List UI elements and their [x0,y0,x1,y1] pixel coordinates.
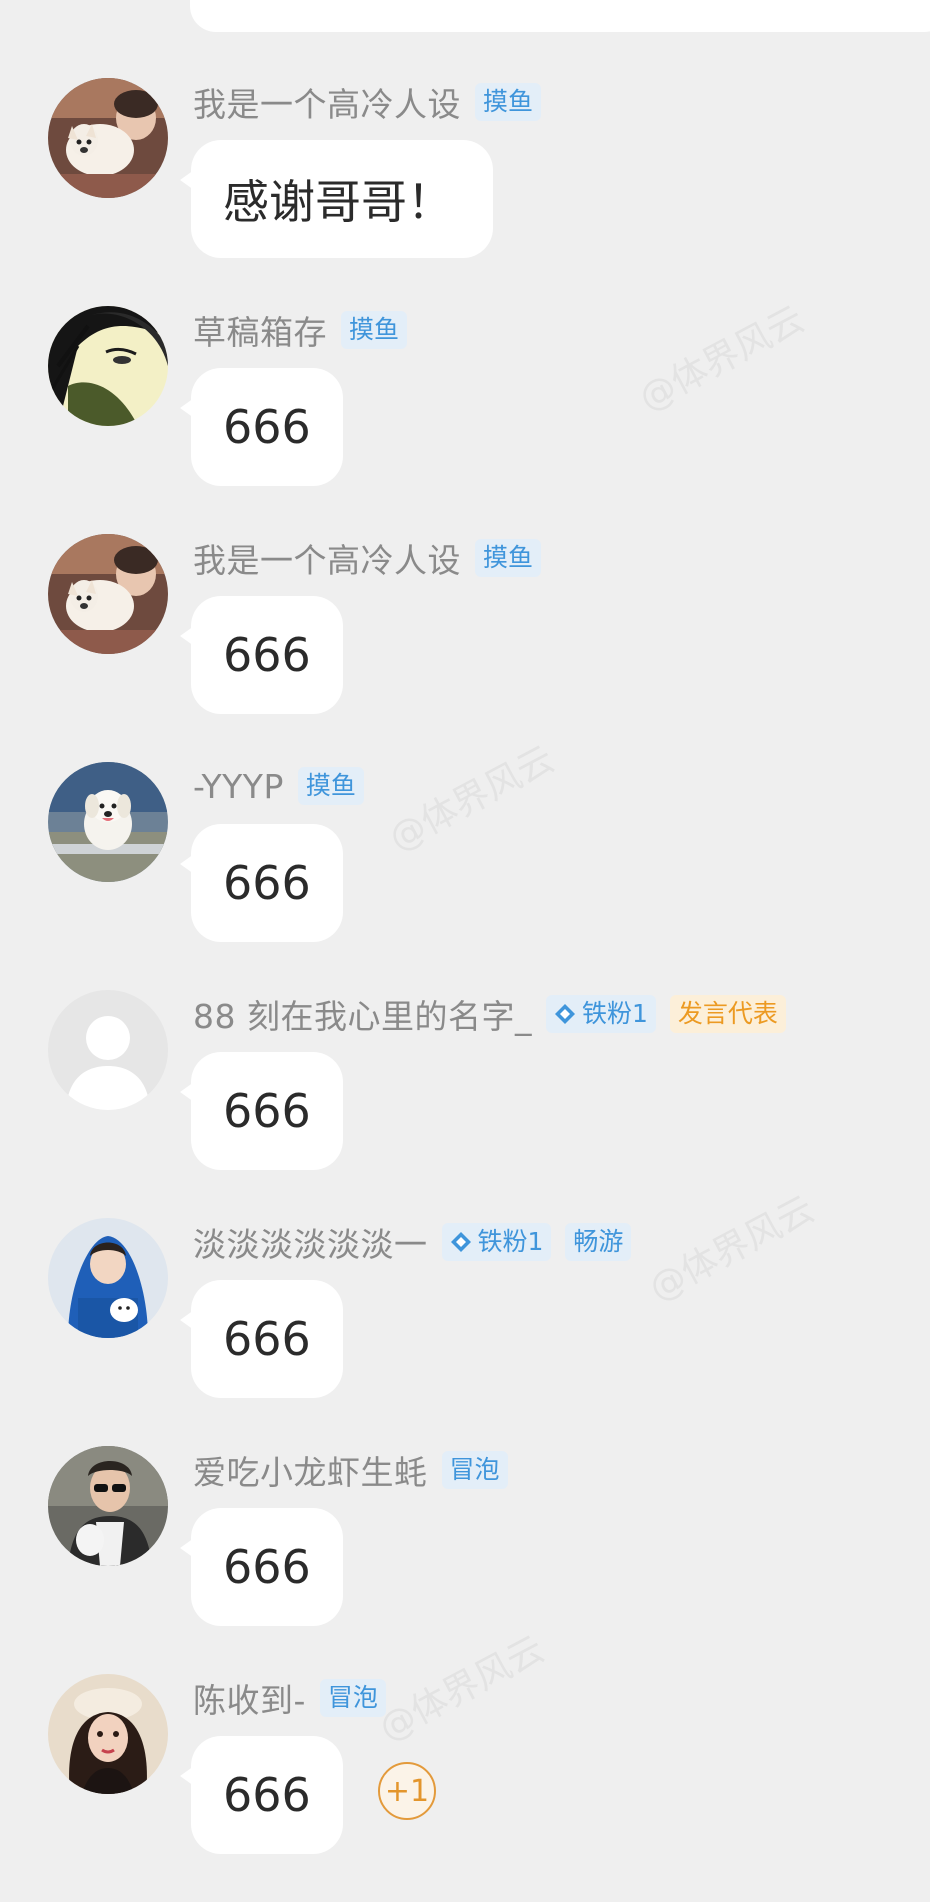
badge-moyu: 摸鱼 [475,539,542,577]
badge-label: 摸鱼 [305,771,356,800]
badge-label: 发言代表 [677,999,778,1028]
plus-one-button[interactable]: +1 [378,1762,436,1820]
avatar[interactable] [48,306,168,426]
chat-message: -YYYP 摸鱼 666 [0,762,930,990]
name-row: -YYYP 摸鱼 [193,766,364,806]
username[interactable]: 草稿箱存 [193,306,327,354]
avatar[interactable] [48,1446,168,1566]
message-bubble[interactable]: 666 [180,824,343,942]
bubble-tail [180,1766,194,1786]
avatar-dog-owner-icon [48,78,168,198]
badge-tiefen: 铁粉1 [441,1223,552,1261]
badge-label: 冒泡 [449,1455,500,1484]
avatar[interactable] [48,762,168,882]
username[interactable]: 我是一个高冷人设 [193,78,461,126]
message-bubble[interactable]: 666 [180,1052,343,1170]
badge-tiefen: 铁粉1 [545,995,656,1033]
chat-message: 爱吃小龙虾生蚝 冒泡 666 [0,1446,930,1674]
message-text: 666 [223,1768,311,1822]
message-text: 666 [223,1084,311,1138]
avatar-man-sunglasses-icon [48,1446,168,1566]
badge-maopao: 冒泡 [441,1451,508,1489]
chat-message: 陈收到- 冒泡 666 [0,1674,930,1902]
bubble-tail [180,1082,194,1102]
message-text: 666 [223,400,311,454]
message-feed: 我是一个高冷人设 摸鱼 感谢哥哥！ 草稿箱存 摸鱼 666 我是一个高冷人设 摸… [0,0,930,1854]
bubble-tail [180,854,194,874]
username[interactable]: 陈收到- [193,1674,306,1722]
avatar[interactable] [48,78,168,198]
name-row: 草稿箱存 摸鱼 [193,310,408,352]
badge-label: 摸鱼 [483,87,534,116]
message-bubble[interactable]: 666 [180,596,343,714]
default-avatar-icon [48,990,168,1110]
bubble-tail [180,626,194,646]
message-bubble[interactable]: 感谢哥哥！ [180,140,493,258]
avatar[interactable] [48,1218,168,1338]
message-bubble[interactable]: 666 [180,1736,343,1854]
username[interactable]: 我是一个高冷人设 [193,534,461,582]
avatar-dog-owner-icon [48,534,168,654]
badge-changyou: 畅游 [565,1223,632,1261]
chat-message: 我是一个高冷人设 摸鱼 感谢哥哥！ [0,78,930,306]
name-row: 陈收到- 冒泡 [193,1678,386,1720]
message-bubble[interactable]: 666 [180,368,343,486]
chat-message: 88 刻在我心里的名字_ 铁粉1 发言代表 666 [0,990,930,1218]
badge-label: 摸鱼 [349,315,400,344]
name-row: 88 刻在我心里的名字_ 铁粉1 发言代表 [193,994,786,1036]
name-row: 我是一个高冷人设 摸鱼 [193,538,542,580]
message-bubble[interactable]: 666 [180,1508,343,1626]
message-text: 666 [223,1312,311,1366]
avatar[interactable] [48,534,168,654]
chat-message: 淡淡淡淡淡淡一 铁粉1 畅游 666 [0,1218,930,1446]
badge-label: 冒泡 [327,1683,378,1712]
message-bubble[interactable]: 666 [180,1280,343,1398]
message-text: 666 [223,856,311,910]
name-row: 淡淡淡淡淡淡一 铁粉1 畅游 [193,1222,632,1264]
message-text: 666 [223,1540,311,1594]
chat-message: 我是一个高冷人设 摸鱼 666 [0,534,930,762]
name-row: 我是一个高冷人设 摸鱼 [193,82,542,124]
username[interactable]: 88 刻在我心里的名字_ [193,990,532,1038]
badge-moyu: 摸鱼 [297,767,364,805]
avatar-white-dog-icon [48,762,168,882]
avatar-blue-hoodie-icon [48,1218,168,1338]
badge-moyu: 摸鱼 [341,311,408,349]
bubble-tail [180,398,194,418]
name-row: 爱吃小龙虾生蚝 冒泡 [193,1450,508,1492]
username[interactable]: 爱吃小龙虾生蚝 [193,1446,428,1494]
diamond-icon [554,1004,575,1024]
badge-moyu: 摸鱼 [475,83,542,121]
badge-label: 铁粉1 [581,999,648,1028]
diamond-icon [450,1232,471,1252]
bubble-tail [180,1538,194,1558]
message-text: 感谢哥哥！ [223,175,453,229]
username[interactable]: 淡淡淡淡淡淡一 [193,1218,428,1266]
username[interactable]: -YYYP [193,767,284,806]
chat-message: 草稿箱存 摸鱼 666 [0,306,930,534]
badge-speaker: 发言代表 [669,995,786,1033]
badge-label: 铁粉1 [477,1227,544,1256]
badge-label: 摸鱼 [483,543,534,572]
avatar[interactable] [48,990,168,1110]
message-text: 666 [223,628,311,682]
avatar-anime-portrait-icon [48,306,168,426]
badge-label: 畅游 [573,1227,624,1256]
bubble-tail [180,1310,194,1330]
badge-maopao: 冒泡 [319,1679,386,1717]
avatar-girl-hat-icon [48,1674,168,1794]
avatar[interactable] [48,1674,168,1794]
bubble-tail [180,170,194,190]
